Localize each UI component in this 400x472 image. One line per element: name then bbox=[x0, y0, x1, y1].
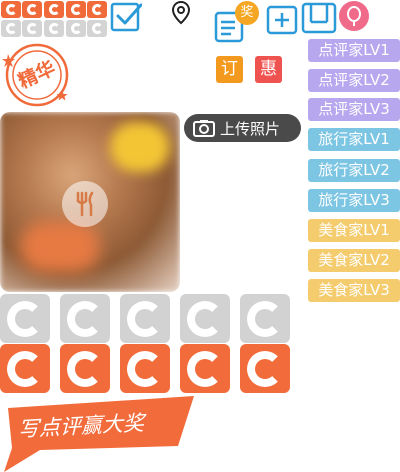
level-tag: 美食家LV1 bbox=[308, 219, 400, 242]
rating-c-icon bbox=[60, 294, 110, 343]
level-tag: 点评家LV2 bbox=[308, 69, 400, 92]
cutlery-icon bbox=[62, 181, 108, 227]
rating-c-icon bbox=[180, 344, 230, 393]
rating-c-icon bbox=[180, 294, 230, 343]
level-tag: 旅行家LV1 bbox=[308, 128, 400, 151]
frame-icon[interactable] bbox=[301, 0, 337, 34]
food-photo[interactable] bbox=[0, 112, 180, 292]
location-pin-icon[interactable] bbox=[170, 0, 192, 26]
checkbox-checked-icon[interactable] bbox=[110, 1, 143, 33]
level-tag: 旅行家LV3 bbox=[308, 189, 400, 212]
rating-c-icon bbox=[0, 344, 50, 393]
review-reward-banner[interactable]: 写点评赢大奖 bbox=[0, 396, 196, 472]
edit-note-icon[interactable]: 奖 bbox=[213, 0, 265, 44]
rating-c-icon bbox=[44, 1, 64, 18]
level-tag: 点评家LV3 bbox=[308, 98, 400, 121]
upload-photo-button[interactable]: 上传照片 bbox=[184, 114, 301, 142]
level-tag: 美食家LV2 bbox=[308, 249, 400, 272]
upload-photo-label: 上传照片 bbox=[220, 119, 281, 138]
rating-c-icon bbox=[1, 20, 21, 37]
rating-c-icon bbox=[1, 1, 21, 18]
rating-c-icon bbox=[120, 344, 170, 393]
rating-c-icon bbox=[240, 294, 290, 343]
rating-c-icon bbox=[120, 294, 170, 343]
rating-c-icon bbox=[66, 20, 86, 37]
add-icon[interactable] bbox=[266, 5, 298, 35]
rating-c-icon bbox=[60, 344, 110, 393]
featured-stamp-icon: 精华 bbox=[0, 38, 74, 112]
rating-c-icon bbox=[22, 1, 42, 18]
level-tag: 旅行家LV2 bbox=[308, 159, 400, 182]
rating-c-icon bbox=[66, 1, 86, 18]
rating-c-icon bbox=[44, 20, 64, 37]
reward-badge: 奖 bbox=[235, 1, 259, 25]
level-tag: 点评家LV1 bbox=[308, 39, 400, 62]
order-badge: 订 bbox=[216, 56, 243, 83]
camera-icon bbox=[193, 120, 215, 137]
level-tag: 美食家LV3 bbox=[308, 279, 400, 302]
balloon-icon[interactable] bbox=[338, 0, 370, 32]
rating-c-icon bbox=[22, 20, 42, 37]
rating-c-icon bbox=[240, 344, 290, 393]
rating-c-icon bbox=[87, 20, 107, 37]
rating-c-icon bbox=[0, 294, 50, 343]
discount-badge: 惠 bbox=[255, 56, 282, 83]
rating-c-icon bbox=[87, 1, 107, 18]
